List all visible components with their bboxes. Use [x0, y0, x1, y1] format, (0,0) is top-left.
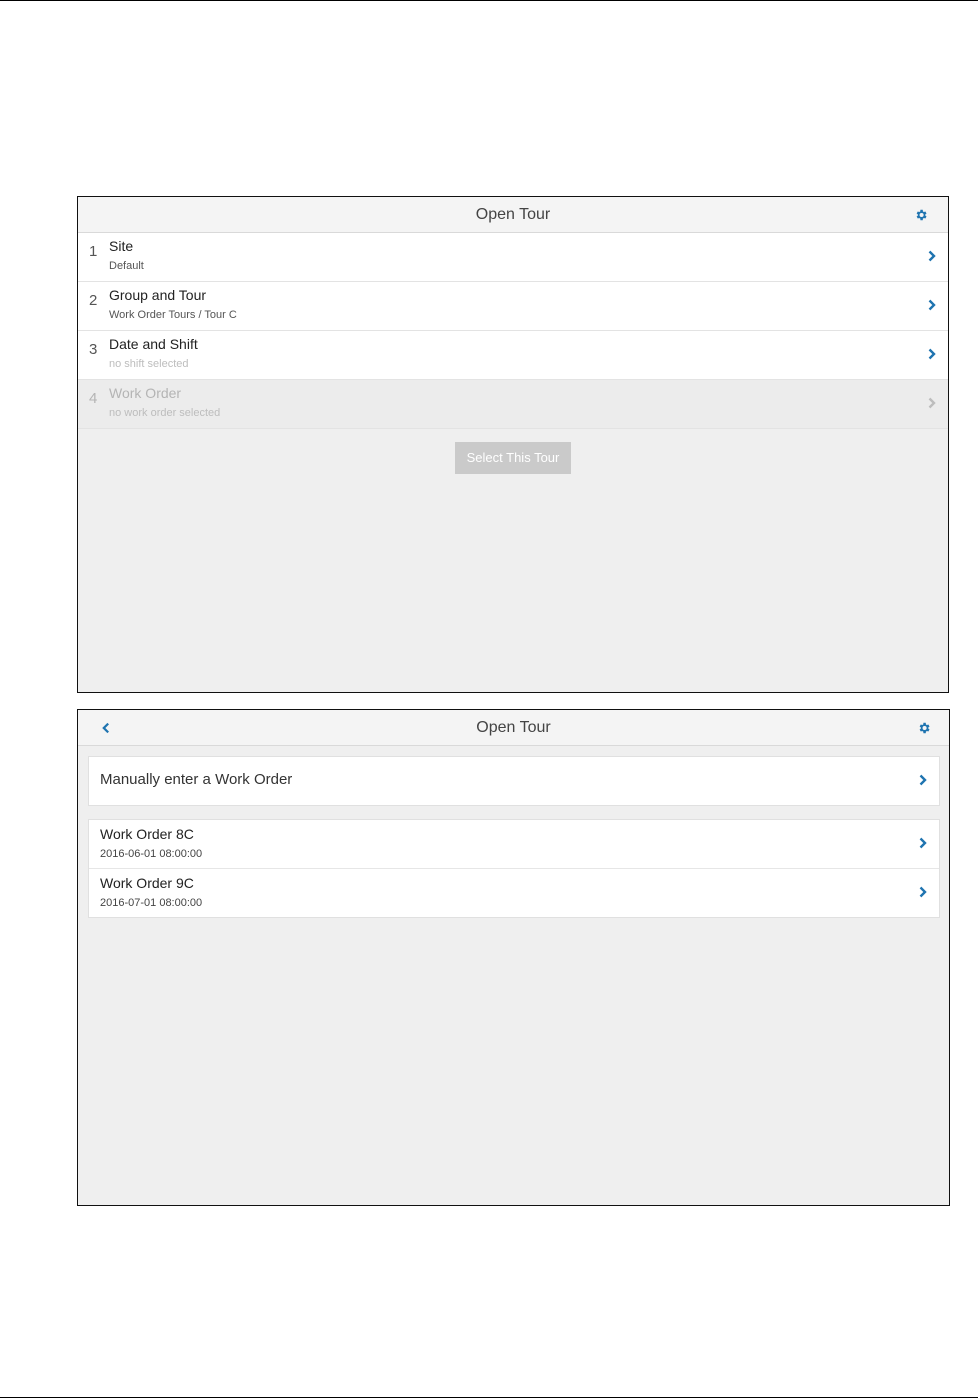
- gear-icon: [919, 722, 930, 734]
- step-title: Site: [109, 238, 134, 254]
- step-number: 3: [89, 341, 98, 358]
- manual-entry-row[interactable]: Manually enter a Work Order: [89, 757, 939, 805]
- page-bottom-rule: [0, 1397, 978, 1398]
- open-tour-screen-steps: Open Tour 1 Site Default 2 Group and Tou…: [77, 196, 949, 693]
- step-number: 2: [89, 292, 98, 309]
- select-this-tour-button[interactable]: Select This Tour: [455, 442, 571, 474]
- settings-button[interactable]: [911, 205, 931, 225]
- page-title: Open Tour: [475, 206, 551, 223]
- work-order-datetime: 2016-06-01 08:00:00: [100, 848, 203, 860]
- header-bar: Open Tour: [78, 197, 948, 233]
- gear-icon: [916, 209, 927, 221]
- step-row-work-order: 4 Work Order no work order selected: [78, 380, 948, 429]
- work-order-list: Work Order 8C 2016-06-01 08:00:00 Work O…: [88, 819, 940, 918]
- open-tour-screen-work-orders: Open Tour Manually enter a Work Order Wo…: [77, 709, 950, 1206]
- header-bar: Open Tour: [78, 710, 949, 746]
- step-value: no work order selected: [109, 407, 221, 419]
- work-order-row[interactable]: Work Order 8C 2016-06-01 08:00:00: [89, 820, 939, 868]
- chevron-right-icon: [919, 774, 927, 786]
- step-title: Date and Shift: [109, 336, 198, 352]
- manual-entry-card: Manually enter a Work Order: [88, 756, 940, 806]
- step-row-group-and-tour[interactable]: 2 Group and Tour Work Order Tours / Tour…: [78, 282, 948, 331]
- manual-entry-label: Manually enter a Work Order: [100, 771, 293, 788]
- step-number: 1: [89, 243, 98, 260]
- step-value: Work Order Tours / Tour C: [109, 309, 237, 321]
- step-title: Group and Tour: [109, 287, 207, 303]
- page-title: Open Tour: [476, 719, 551, 736]
- work-order-row[interactable]: Work Order 9C 2016-07-01 08:00:00: [89, 868, 939, 917]
- work-order-name: Work Order 9C: [100, 875, 194, 891]
- work-order-name: Work Order 8C: [100, 826, 194, 842]
- step-row-site[interactable]: 1 Site Default: [78, 233, 948, 282]
- page-top-rule: [0, 0, 978, 1]
- chevron-right-icon: [928, 397, 936, 409]
- settings-button[interactable]: [914, 718, 934, 738]
- step-value: no shift selected: [109, 358, 189, 370]
- step-value: Default: [109, 260, 144, 272]
- step-title: Work Order: [109, 385, 182, 401]
- chevron-right-icon: [928, 348, 936, 360]
- chevron-right-icon: [928, 299, 936, 311]
- step-number: 4: [89, 390, 98, 407]
- chevron-right-icon: [919, 837, 927, 849]
- step-row-date-and-shift[interactable]: 3 Date and Shift no shift selected: [78, 331, 948, 380]
- work-order-datetime: 2016-07-01 08:00:00: [100, 897, 203, 909]
- chevron-right-icon: [928, 250, 936, 262]
- chevron-right-icon: [919, 886, 927, 898]
